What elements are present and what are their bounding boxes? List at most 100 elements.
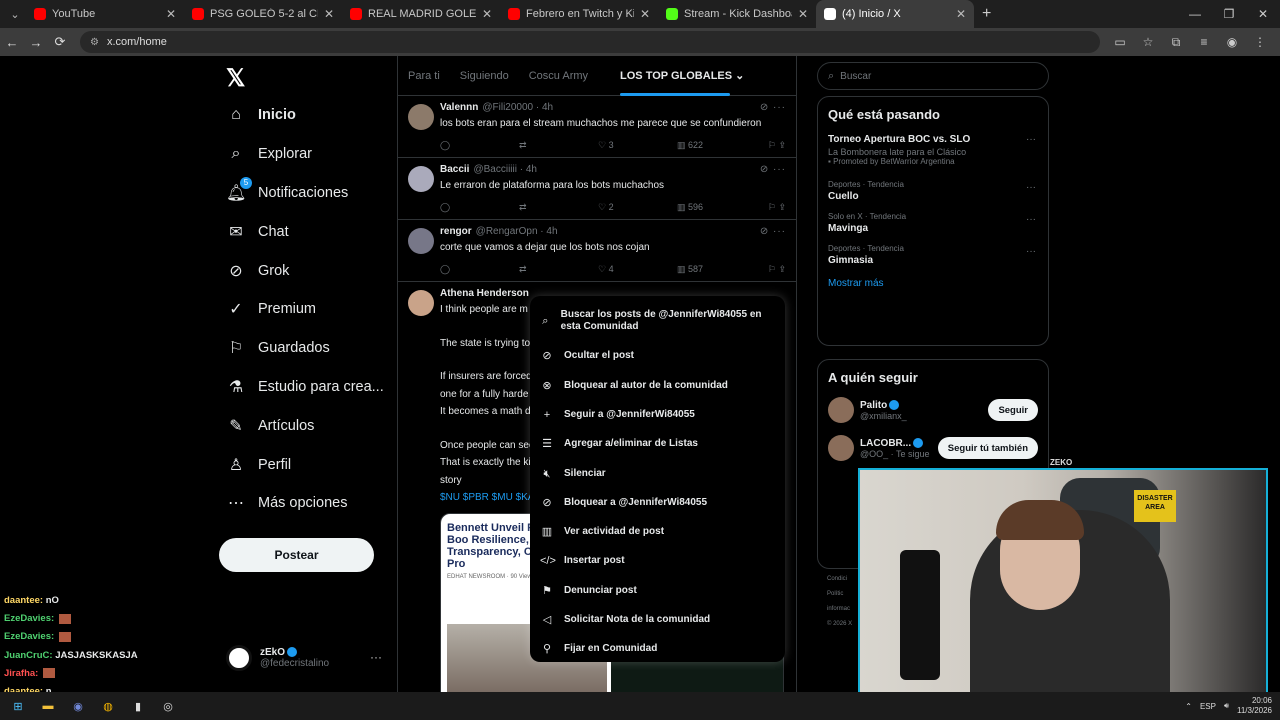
tab-3[interactable]: LOS TOP GLOBALES ⌄	[610, 56, 754, 96]
bookmark-star-icon[interactable]: ☆	[1134, 35, 1162, 50]
footer-link[interactable]: Condici	[827, 572, 852, 587]
sidebar-item-estudio-para-crea-[interactable]: ⚗ Estudio para crea...	[226, 368, 396, 407]
sidebar-item-perfil[interactable]: ♙ Perfil	[226, 445, 396, 484]
browser-tab[interactable]: (4) Inicio / X ✕	[816, 0, 974, 28]
menu-item[interactable]: + Seguir a @JenniferWi84055	[530, 401, 785, 430]
sidebar-item-explorar[interactable]: ⌕ Explorar	[226, 135, 396, 174]
post-more-icon[interactable]: ⊘ ···	[760, 164, 786, 175]
browser-tab[interactable]: YouTube ✕	[26, 0, 184, 28]
site-info-icon[interactable]: ⚙	[90, 37, 99, 48]
follow-button[interactable]: Seguir	[988, 399, 1038, 421]
reload-icon[interactable]: ⟳	[48, 34, 72, 50]
post[interactable]: Baccii @Bacciiiii · 4h ⊘ ··· Le erraron de …	[398, 158, 796, 220]
post-author[interactable]: Baccii	[440, 164, 469, 175]
share-icon[interactable]: ⇪	[776, 202, 786, 212]
trend-more-icon[interactable]: ···	[1026, 246, 1036, 257]
trend-item[interactable]: Deportes · Tendencia Cuello ···	[818, 176, 1048, 208]
search-input[interactable]: ⌕ Buscar	[817, 62, 1049, 90]
post[interactable]: Valennn @Fili20000 · 4h ⊘ ··· los bots eran…	[398, 96, 796, 158]
share-icon[interactable]: ⇪	[776, 140, 786, 150]
post-more-icon[interactable]: ⊘ ···	[760, 226, 786, 237]
minimize-icon[interactable]: —	[1178, 7, 1212, 21]
post[interactable]: rengor @RengarOpn · 4h ⊘ ··· corte que vamo…	[398, 220, 796, 282]
sidebar-item-inicio[interactable]: ⌂ Inicio	[226, 96, 396, 135]
trend-more-icon[interactable]: ···	[1026, 214, 1036, 225]
sidebar-item-artículos[interactable]: ✎ Artículos	[226, 406, 396, 445]
tab-close-icon[interactable]: ✕	[482, 7, 492, 21]
show-more-link[interactable]: Mostrar más	[818, 272, 1048, 295]
tab-2[interactable]: Coscu Army	[519, 56, 598, 96]
follow-button[interactable]: Seguir tú también	[937, 437, 1038, 459]
repost-icon[interactable]: ⇄	[519, 202, 549, 213]
menu-item[interactable]: ◁ Solicitar Nota de la comunidad	[530, 606, 785, 635]
menu-item[interactable]: ⊗ Bloquear al autor de la comunidad	[530, 371, 785, 400]
media-icon[interactable]: ≡	[1190, 35, 1218, 50]
menu-item[interactable]: </> Insertar post	[530, 547, 785, 576]
footer-link[interactable]: informac	[827, 602, 852, 617]
trend-item[interactable]: Deportes · Tendencia Gimnasia ···	[818, 240, 1048, 272]
bookmark-icon[interactable]: ⚐	[768, 264, 776, 274]
reply-icon[interactable]: ◯	[440, 264, 470, 275]
chrome-icon[interactable]: ◍	[96, 697, 120, 715]
sidebar-item-grok[interactable]: ⊘ Grok	[226, 251, 396, 290]
tab-1[interactable]: Siguiendo	[450, 56, 519, 96]
footer-link[interactable]: Polític	[827, 587, 852, 602]
like-button[interactable]: ♡ 2	[598, 202, 628, 213]
like-button[interactable]: ♡ 3	[598, 140, 628, 151]
language-indicator[interactable]: ESP	[1200, 702, 1216, 711]
forward-icon[interactable]: →	[24, 35, 48, 50]
close-window-icon[interactable]: ✕	[1246, 7, 1280, 21]
menu-item[interactable]: ⊘ Ocultar el post	[530, 342, 785, 371]
discord-icon[interactable]: ◉	[66, 697, 90, 715]
share-icon[interactable]: ⇪	[776, 264, 786, 274]
post-author[interactable]: Valennn	[440, 102, 478, 113]
sidebar-item-notificaciones[interactable]: 🔔︎ 5 Notificaciones	[226, 174, 396, 213]
cast-icon[interactable]: ▭	[1106, 35, 1134, 50]
trend-more-icon[interactable]: ···	[1026, 134, 1036, 145]
obs-icon[interactable]: ◎	[156, 697, 180, 715]
maximize-icon[interactable]: ❐	[1212, 7, 1246, 21]
tab-close-icon[interactable]: ✕	[956, 7, 966, 21]
browser-tab[interactable]: PSG GOLEÓ 5-2 al CHELSEA en ✕	[184, 0, 342, 28]
reply-icon[interactable]: ◯	[440, 202, 470, 213]
x-logo[interactable]: 𝕏	[226, 64, 245, 93]
menu-item[interactable]: ⌕ Buscar los posts de @JenniferWi84055 en…	[530, 300, 785, 342]
address-bar[interactable]: ⚙ x.com/home	[80, 31, 1100, 53]
views-button[interactable]: ▥ 596	[677, 202, 707, 213]
follow-suggestion[interactable]: LACOBR... @OO_ · Te sigue Seguir tú tambié…	[818, 429, 1048, 467]
app-icon[interactable]: ▮	[126, 697, 150, 715]
trend-more-icon[interactable]: ···	[1026, 182, 1036, 193]
follow-suggestion[interactable]: Palito @xmilianx_ Seguir	[818, 391, 1048, 429]
tab-close-icon[interactable]: ✕	[798, 7, 808, 21]
trend-item[interactable]: Torneo Apertura BOC vs. SLO La Bombonera …	[818, 128, 1048, 170]
extensions-icon[interactable]: ⧉	[1162, 35, 1190, 50]
tab-list-button[interactable]: ⌄	[4, 4, 26, 24]
menu-item[interactable]: ☰ Agregar a/eliminar de Listas	[530, 430, 785, 459]
like-button[interactable]: ♡ 4	[598, 264, 628, 275]
browser-tab[interactable]: Febrero en Twitch y Kick Argent ✕	[500, 0, 658, 28]
reply-icon[interactable]: ◯	[440, 140, 470, 151]
volume-icon[interactable]: 🔊︎	[1224, 701, 1229, 711]
tab-close-icon[interactable]: ✕	[640, 7, 650, 21]
browser-tab[interactable]: REAL MADRID GOLEÓ al MANC ✕	[342, 0, 500, 28]
menu-icon[interactable]: ⋮	[1246, 35, 1274, 50]
new-tab-button[interactable]: +	[982, 5, 991, 23]
back-icon[interactable]: ←	[0, 35, 24, 50]
clock[interactable]: 20:06 11/3/2026	[1237, 696, 1272, 716]
start-icon[interactable]: ⊞	[6, 697, 30, 715]
bookmark-icon[interactable]: ⚐	[768, 202, 776, 212]
tab-close-icon[interactable]: ✕	[324, 7, 334, 21]
bookmark-icon[interactable]: ⚐	[768, 140, 776, 150]
sidebar-item-guardados[interactable]: ⚐ Guardados	[226, 329, 396, 368]
post-author[interactable]: rengor	[440, 226, 472, 237]
tray-arrow-icon[interactable]: ⌃	[1185, 702, 1192, 711]
footer-link[interactable]: © 2026 X	[827, 617, 852, 632]
menu-item[interactable]: 🔇︎ Silenciar	[530, 459, 785, 488]
file-explorer-icon[interactable]: ▬	[36, 697, 60, 715]
post-button[interactable]: Postear	[219, 538, 374, 572]
tab-0[interactable]: Para ti	[398, 56, 450, 96]
repost-icon[interactable]: ⇄	[519, 264, 549, 275]
menu-item[interactable]: ▥ Ver actividad de post	[530, 518, 785, 547]
post-author[interactable]: Athena Henderson	[440, 288, 529, 299]
account-switcher[interactable]: zEkO @fedecristalino ···	[226, 640, 386, 676]
